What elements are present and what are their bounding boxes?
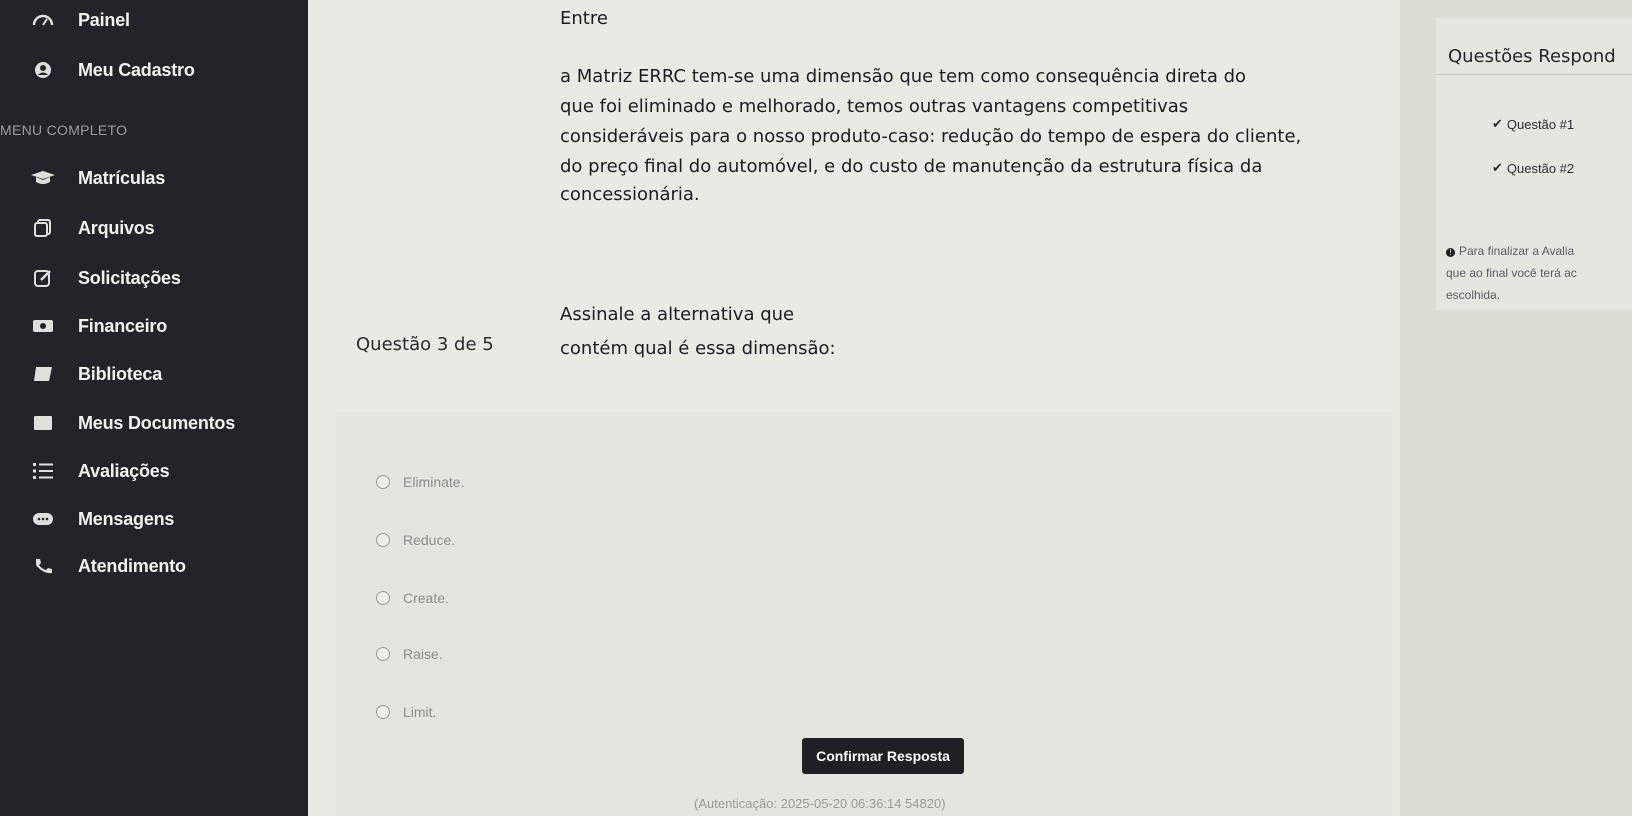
info-note-text: Para finalizar a Avalia	[1459, 244, 1575, 258]
option-raise[interactable]: Raise.	[376, 642, 443, 666]
confirm-answer-button[interactable]: Confirmar Resposta	[802, 738, 964, 774]
sidebar-item-avaliacoes[interactable]: Avaliações	[0, 451, 308, 491]
info-note-line: escolhida.	[1446, 288, 1501, 302]
question-text-line: consideráveis para o nosso produto-caso:…	[560, 126, 1302, 147]
sidebar-item-label: Meu Cadastro	[78, 59, 195, 80]
sidebar: Painel Meu Cadastro MENU COMPLETO Matríc…	[0, 0, 308, 816]
check-icon: ✔	[1492, 116, 1503, 131]
option-create[interactable]: Create.	[376, 586, 449, 610]
files-icon	[30, 217, 56, 239]
divider	[1436, 74, 1632, 75]
sidebar-section-label: MENU COMPLETO	[0, 122, 128, 138]
page: Painel Meu Cadastro MENU COMPLETO Matríc…	[0, 0, 1632, 816]
user-icon	[30, 59, 56, 81]
sidebar-item-label: Avaliações	[78, 460, 170, 481]
folder-icon	[30, 412, 56, 434]
sidebar-item-painel[interactable]: Painel	[0, 0, 308, 40]
question-text-line: do preço final do automóvel, e do custo …	[560, 156, 1263, 177]
question-text-line: que foi eliminado e melhorado, temos out…	[560, 96, 1189, 117]
info-note-line: que ao final você terá ac	[1446, 266, 1577, 280]
money-icon	[30, 315, 56, 337]
sidebar-item-meu-cadastro[interactable]: Meu Cadastro	[0, 50, 308, 90]
question-text-line: concessionária.	[560, 184, 700, 205]
sidebar-item-label: Financeiro	[78, 315, 168, 336]
radio-button[interactable]	[376, 591, 390, 605]
option-label: Raise.	[403, 646, 443, 662]
option-eliminate[interactable]: Eliminate.	[376, 470, 464, 494]
list-icon	[30, 460, 56, 482]
sidebar-item-label: Mensagens	[78, 508, 175, 529]
option-reduce[interactable]: Reduce.	[376, 528, 455, 552]
sidebar-item-label: Meus Documentos	[78, 412, 236, 433]
sidebar-item-label: Solicitações	[78, 267, 181, 288]
book-icon	[30, 363, 56, 385]
question-number: Questão 3 de 5	[356, 334, 494, 355]
sidebar-item-label: Biblioteca	[78, 363, 163, 384]
panel-title: Questões Respond	[1448, 46, 1616, 67]
sidebar-item-atendimento[interactable]: Atendimento	[0, 546, 308, 586]
sidebar-item-solicitacoes[interactable]: Solicitações	[0, 258, 308, 298]
phone-icon	[30, 555, 56, 577]
radio-button[interactable]	[376, 533, 390, 547]
edit-icon	[30, 267, 56, 289]
answered-question-label: Questão #1	[1506, 116, 1575, 132]
sidebar-item-meus-documentos[interactable]: Meus Documentos	[0, 403, 308, 443]
sidebar-item-biblioteca[interactable]: Biblioteca	[0, 354, 308, 394]
check-icon: ✔	[1492, 160, 1503, 175]
chat-icon	[30, 508, 56, 530]
question-prompt-line: Assinale a alternativa que	[560, 304, 795, 325]
graduation-cap-icon	[30, 167, 56, 189]
sidebar-item-arquivos[interactable]: Arquivos	[0, 208, 308, 248]
option-label: Create.	[403, 590, 449, 606]
question-text-line: a Matriz ERRC tem-se uma dimensão que te…	[560, 66, 1247, 87]
info-icon: !	[1446, 248, 1455, 257]
sidebar-item-financeiro[interactable]: Financeiro	[0, 306, 308, 346]
answered-question-link[interactable]: ✔ Questão #1	[1492, 116, 1574, 132]
option-label: Eliminate.	[403, 474, 465, 490]
option-label: Limit.	[403, 704, 437, 720]
sidebar-item-label: Painel	[78, 9, 130, 30]
sidebar-item-label: Matrículas	[78, 167, 166, 188]
option-label: Reduce.	[403, 532, 456, 548]
sidebar-item-label: Atendimento	[78, 555, 186, 576]
sidebar-item-matriculas[interactable]: Matrículas	[0, 158, 308, 198]
radio-button[interactable]	[376, 705, 390, 719]
answered-questions-panel: Questões Respond ✔ Questão #1 ✔ Questão …	[1436, 18, 1632, 310]
option-limit[interactable]: Limit.	[376, 700, 436, 724]
radio-button[interactable]	[376, 475, 390, 489]
sidebar-item-label: Arquivos	[78, 217, 155, 238]
authentication-text: (Autenticação: 2025-05-20 06:36:14 54820…	[694, 796, 946, 811]
question-prompt-line: contém qual é essa dimensão:	[560, 338, 836, 359]
dashboard-icon	[30, 9, 56, 31]
answered-question-label: Questão #2	[1506, 160, 1575, 176]
info-note-line: ! Para finalizar a Avalia	[1446, 244, 1574, 258]
question-text-line: Entre	[560, 8, 608, 29]
answered-question-link[interactable]: ✔ Questão #2	[1492, 160, 1574, 176]
radio-button[interactable]	[376, 647, 390, 661]
sidebar-item-mensagens[interactable]: Mensagens	[0, 499, 308, 539]
